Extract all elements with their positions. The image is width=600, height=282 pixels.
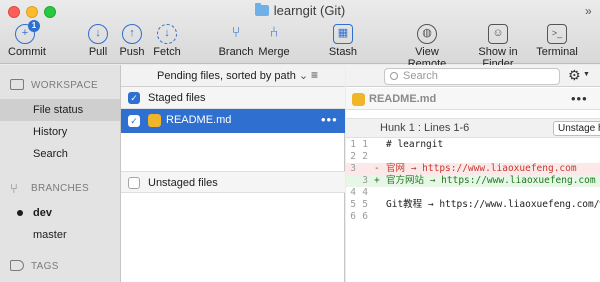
file-name: README.md — [166, 114, 232, 126]
pull-icon: ↓ — [88, 24, 108, 44]
diff-file-header: README.md ••• — [346, 88, 600, 110]
diff-line: 66 — [350, 211, 368, 222]
fetch-icon: ↓ — [157, 24, 177, 44]
diff-line: 44 — [350, 187, 368, 198]
sidebar-branch-dev[interactable]: dev — [0, 202, 120, 224]
stage-unstaged-checkbox[interactable] — [128, 177, 140, 189]
current-branch-indicator — [17, 210, 23, 216]
file-modified-icon — [352, 93, 365, 106]
stage-all-checkbox[interactable]: ✓ — [128, 92, 140, 104]
branches-section-header: ⑂ BRANCHES — [10, 181, 89, 196]
chevron-down-icon[interactable]: ▼ — [583, 71, 590, 78]
sidebar: WORKSPACE File status History Search ⑂ BR… — [0, 65, 121, 282]
commit-icon: +1 — [15, 20, 40, 44]
sidebar-item-file-status[interactable]: File status — [0, 99, 120, 121]
diff-line-added: 3 + 官方网站 → https://www.liaoxuefeng.com — [346, 175, 600, 187]
tag-icon — [10, 260, 24, 271]
push-button[interactable]: ↑ Push — [117, 24, 147, 58]
file-modified-icon — [148, 114, 161, 127]
commit-count-badge: 1 — [28, 20, 40, 32]
terminal-icon: >_ — [547, 24, 567, 44]
staged-file-row[interactable]: ✓ README.md ••• — [121, 109, 345, 133]
diff-code: 1 1 # learngit 22 3- 官网 → https://www.liaox… — [346, 139, 600, 223]
commit-button[interactable]: +1 Commit — [8, 20, 46, 58]
more-options-icon[interactable]: ••• — [571, 91, 588, 106]
stash-button[interactable]: ▦ Stash — [327, 24, 359, 58]
chevron-down-icon: ⌄ — [298, 70, 309, 82]
merge-icon: ⑃ — [269, 24, 279, 41]
fetch-button[interactable]: ↓ Fetch — [151, 24, 183, 58]
gear-icon[interactable]: ⚙ — [568, 67, 581, 84]
branch-icon: ⑂ — [231, 24, 241, 41]
hunk-label: Hunk 1 : Lines 1-6 — [380, 122, 470, 134]
list-view-icon[interactable]: ≡ — [311, 68, 318, 82]
unstaged-files-header: Unstaged files — [121, 171, 345, 193]
staged-files-header: ✓ Staged files — [121, 87, 345, 109]
file-sort-bar: Pending files, sorted by path ⌄ ≡ — [121, 65, 345, 87]
sidebar-branch-master[interactable]: master — [0, 224, 120, 246]
diff-line: 22 — [350, 151, 368, 162]
more-options-icon[interactable]: ••• — [321, 112, 338, 127]
terminal-button[interactable]: >_ Terminal — [536, 24, 578, 58]
sidebar-item-search[interactable]: Search — [0, 143, 120, 165]
file-staged-checkbox[interactable]: ✓ — [128, 115, 140, 127]
diff-line: 55Git教程 → https://www.liaoxuefeng.com/wi… — [350, 199, 600, 210]
search-bar: Search ⚙ ▼ — [346, 65, 600, 87]
merge-button[interactable]: ⑃ Merge — [257, 24, 291, 58]
branch-button[interactable]: ⑂ Branch — [218, 24, 254, 58]
show-in-finder-button[interactable]: ☺ Show in Finder — [463, 24, 533, 70]
diff-line: 1 1 # learngit — [350, 139, 444, 150]
pull-button[interactable]: ↓ Pull — [84, 24, 112, 58]
workspace-section-header: WORKSPACE — [10, 79, 98, 91]
globe-icon: ◍ — [417, 24, 437, 44]
window-toolbar: learngit (Git) +1 Commit ↓ Pull ↑ Push ↓… — [0, 0, 600, 70]
search-input[interactable]: Search — [384, 68, 560, 85]
diff-pane: Search ⚙ ▼ README.md ••• Hunk 1 : Lines … — [346, 65, 600, 282]
file-list-pane: Pending files, sorted by path ⌄ ≡ ✓ Stag… — [121, 65, 345, 282]
stash-icon: ▦ — [333, 24, 353, 44]
sort-dropdown[interactable]: Pending files, sorted by path ⌄ — [157, 69, 308, 82]
unstage-hunk-button[interactable]: Unstage hunk — [553, 121, 600, 136]
toolbar-overflow-icon[interactable]: » — [585, 4, 592, 18]
diff-line-deleted: 3- 官网 → https://www.liaoxuefeng.com — [346, 163, 600, 175]
push-icon: ↑ — [122, 24, 142, 44]
hunk-header: Hunk 1 : Lines 1-6 Unstage hunk — [346, 118, 600, 138]
monitor-icon — [10, 79, 24, 90]
diff-file-name: README.md — [369, 93, 437, 105]
view-remote-button[interactable]: ◍ View Remote — [396, 24, 458, 70]
search-icon — [390, 72, 398, 80]
finder-icon: ☺ — [488, 24, 508, 44]
window-title: learngit (Git) — [0, 3, 600, 18]
branch-icon: ⑂ — [10, 181, 19, 196]
tags-section-header: TAGS — [10, 260, 59, 272]
sidebar-item-history[interactable]: History — [0, 121, 120, 143]
folder-icon — [254, 3, 269, 16]
